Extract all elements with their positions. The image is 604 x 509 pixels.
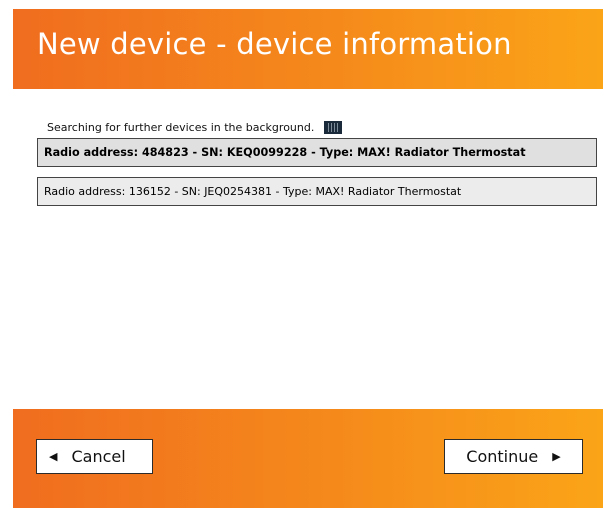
continue-button-label: Continue bbox=[466, 447, 539, 466]
progress-indicator-icon bbox=[324, 120, 343, 134]
new-device-dialog: New device - device information Searchin… bbox=[13, 9, 603, 508]
device-item[interactable]: Radio address: 136152 - SN: JEQ0254381 -… bbox=[37, 177, 597, 206]
cancel-button[interactable]: ◀ Cancel bbox=[36, 439, 153, 474]
triangle-right-icon: ▶ bbox=[552, 450, 561, 463]
dialog-footer: ◀ Cancel Continue ▶ bbox=[13, 409, 603, 508]
search-status: Searching for further devices in the bac… bbox=[47, 120, 343, 134]
search-status-text: Searching for further devices in the bac… bbox=[47, 120, 315, 134]
device-list: Radio address: 484823 - SN: KEQ0099228 -… bbox=[37, 138, 597, 206]
device-item[interactable]: Radio address: 484823 - SN: KEQ0099228 -… bbox=[37, 138, 597, 167]
cancel-button-label: Cancel bbox=[71, 447, 126, 466]
dialog-content: Searching for further devices in the bac… bbox=[13, 89, 603, 409]
triangle-left-icon: ◀ bbox=[49, 450, 58, 463]
continue-button[interactable]: Continue ▶ bbox=[444, 439, 583, 474]
dialog-title: New device - device information bbox=[37, 27, 512, 61]
dialog-header: New device - device information bbox=[13, 9, 603, 89]
